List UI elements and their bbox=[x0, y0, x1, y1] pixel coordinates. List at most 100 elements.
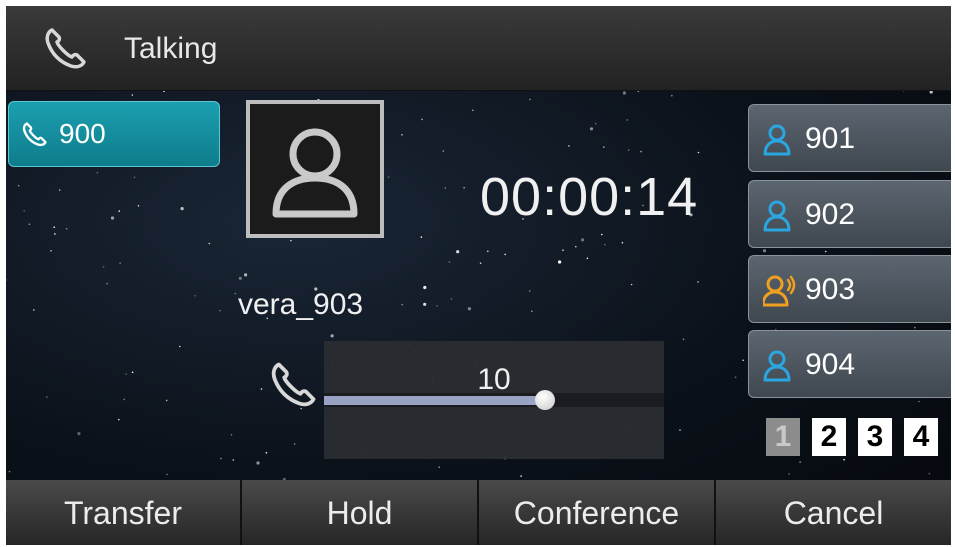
star bbox=[575, 245, 577, 248]
star bbox=[697, 151, 700, 154]
star bbox=[125, 373, 127, 375]
phone-screen: Talking 900 00:00:14 vera_903 10 901 902… bbox=[6, 6, 951, 545]
star bbox=[436, 305, 438, 307]
conference-button[interactable]: Conference bbox=[479, 480, 716, 545]
star bbox=[626, 119, 629, 121]
volume-slider[interactable] bbox=[324, 390, 664, 410]
star bbox=[799, 461, 801, 463]
star bbox=[46, 396, 48, 398]
star bbox=[531, 310, 533, 312]
star bbox=[208, 242, 211, 245]
star bbox=[682, 338, 685, 341]
star bbox=[234, 292, 237, 295]
blf-key-904[interactable]: 904 bbox=[748, 330, 951, 398]
star bbox=[467, 307, 471, 311]
page-button-2[interactable]: 2 bbox=[812, 418, 846, 456]
star bbox=[627, 149, 630, 151]
star bbox=[110, 216, 115, 220]
star bbox=[562, 249, 564, 251]
contact-idle-icon-head bbox=[768, 124, 786, 142]
star bbox=[420, 236, 423, 238]
contact-avatar bbox=[246, 100, 384, 238]
contact-idle-icon bbox=[763, 350, 791, 382]
star bbox=[914, 326, 916, 329]
star bbox=[421, 118, 423, 121]
star bbox=[529, 98, 531, 101]
star bbox=[53, 226, 55, 228]
star bbox=[558, 260, 562, 264]
star bbox=[119, 262, 121, 264]
star bbox=[442, 150, 445, 152]
page-title: Talking bbox=[124, 32, 218, 65]
line-key-label: 900 bbox=[59, 118, 106, 149]
hold-button[interactable]: Hold bbox=[242, 480, 479, 545]
star bbox=[131, 371, 134, 374]
volume-slider-fill bbox=[324, 396, 545, 405]
star bbox=[179, 345, 181, 348]
star bbox=[293, 443, 296, 445]
contact-idle-icon bbox=[763, 200, 791, 232]
blf-key-label: 901 bbox=[805, 122, 856, 155]
star bbox=[118, 210, 121, 212]
blf-key-902[interactable]: 902 bbox=[748, 180, 951, 248]
page-button-3[interactable]: 3 bbox=[858, 418, 892, 456]
blf-key-label: 903 bbox=[805, 273, 856, 306]
star bbox=[6, 279, 7, 281]
star bbox=[166, 473, 168, 476]
star bbox=[232, 459, 235, 461]
star bbox=[762, 249, 767, 253]
star bbox=[220, 457, 222, 460]
star bbox=[65, 227, 68, 230]
star bbox=[230, 434, 233, 436]
star bbox=[133, 176, 136, 179]
star bbox=[472, 109, 474, 112]
status-bar: Talking bbox=[6, 6, 951, 91]
star bbox=[265, 452, 268, 454]
star bbox=[504, 253, 506, 256]
star bbox=[165, 399, 168, 402]
blf-key-901[interactable]: 901 bbox=[748, 104, 951, 172]
star bbox=[734, 376, 737, 379]
star bbox=[630, 283, 633, 286]
transfer-button[interactable]: Transfer bbox=[6, 480, 242, 545]
star bbox=[137, 205, 140, 207]
star bbox=[387, 176, 390, 178]
star bbox=[448, 261, 451, 263]
star bbox=[697, 281, 699, 283]
star bbox=[640, 150, 642, 153]
star bbox=[118, 418, 120, 421]
page-button-4[interactable]: 4 bbox=[904, 418, 938, 456]
star bbox=[621, 241, 624, 244]
page-button-1[interactable]: 1 bbox=[766, 418, 800, 456]
star bbox=[256, 461, 260, 465]
blf-key-label: 902 bbox=[805, 198, 856, 231]
star bbox=[33, 309, 35, 311]
star bbox=[444, 187, 447, 189]
star bbox=[401, 134, 403, 136]
star bbox=[58, 189, 61, 191]
star bbox=[450, 298, 453, 300]
star bbox=[671, 94, 673, 97]
star bbox=[123, 398, 125, 401]
handset-icon bbox=[45, 28, 86, 69]
star bbox=[843, 458, 845, 461]
star bbox=[423, 285, 427, 290]
star bbox=[438, 466, 441, 469]
star bbox=[824, 250, 827, 253]
line-key-900[interactable]: 900 bbox=[8, 101, 220, 167]
star bbox=[102, 266, 105, 268]
volume-value: 10 bbox=[477, 363, 511, 396]
blf-key-903[interactable]: 903 bbox=[748, 255, 951, 323]
star bbox=[219, 309, 221, 312]
handset-icon bbox=[271, 362, 316, 407]
star bbox=[238, 276, 242, 280]
star bbox=[742, 359, 744, 362]
star bbox=[487, 250, 489, 253]
contact-person-icon bbox=[272, 128, 358, 218]
cancel-button[interactable]: Cancel bbox=[716, 480, 951, 545]
volume-slider-handle[interactable] bbox=[535, 390, 555, 410]
call-timer: 00:00:14 bbox=[480, 167, 699, 227]
star bbox=[622, 91, 627, 95]
contact-talking-icon bbox=[763, 275, 796, 307]
star bbox=[28, 223, 31, 225]
